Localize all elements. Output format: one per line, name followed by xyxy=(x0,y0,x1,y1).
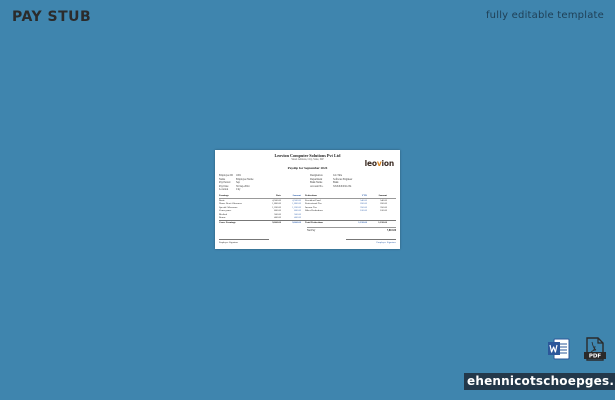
pay-stub-preview[interactable]: Leovion Computer Solutions Pvt Ltd Stree… xyxy=(215,150,400,249)
net-pay-row: Net Pay 7,810.00 xyxy=(307,227,396,232)
info-row: Account No. XXXXXXX1234 xyxy=(310,184,352,188)
table-row: Bonus 400.00 400.00 xyxy=(219,216,301,219)
employee-info-right: Designation Job Title Department Software … xyxy=(310,174,352,188)
page-subtitle: fully editable template xyxy=(485,10,604,21)
word-file-icon[interactable] xyxy=(548,337,570,361)
info-row: Location City xyxy=(219,188,241,192)
net-pay-value: 7,810.00 xyxy=(386,228,396,232)
page: PAY STUB fully editable template Leovion… xyxy=(0,0,615,400)
watermark-url: ehennicotschoepges.lu xyxy=(464,373,615,390)
page-title: PAY STUB xyxy=(12,9,92,25)
svg-text:PDF: PDF xyxy=(589,354,602,360)
employer-signature: Employer Signature xyxy=(219,239,269,244)
logo-text-left: leo xyxy=(364,159,377,168)
table-total-row: Gross Earnings 9,000.00 9,000.00 Total Dedu… xyxy=(219,219,396,225)
pdf-file-icon-graphic: PDF xyxy=(584,337,606,361)
word-file-icon-graphic xyxy=(548,338,570,360)
net-pay-label: Net Pay xyxy=(307,228,316,232)
employee-info-left: Employee ID 1001 Name Employee Name Pay Pe… xyxy=(219,174,253,192)
employee-signature: Employee Signature xyxy=(346,239,396,244)
logo-text-right: ion xyxy=(381,159,395,168)
company-logo: leovion xyxy=(364,159,395,168)
earnings-deductions-table: Earnings Rate Amount Deductions YTD Amou… xyxy=(219,194,396,224)
pdf-file-icon[interactable]: PDF xyxy=(584,337,606,361)
